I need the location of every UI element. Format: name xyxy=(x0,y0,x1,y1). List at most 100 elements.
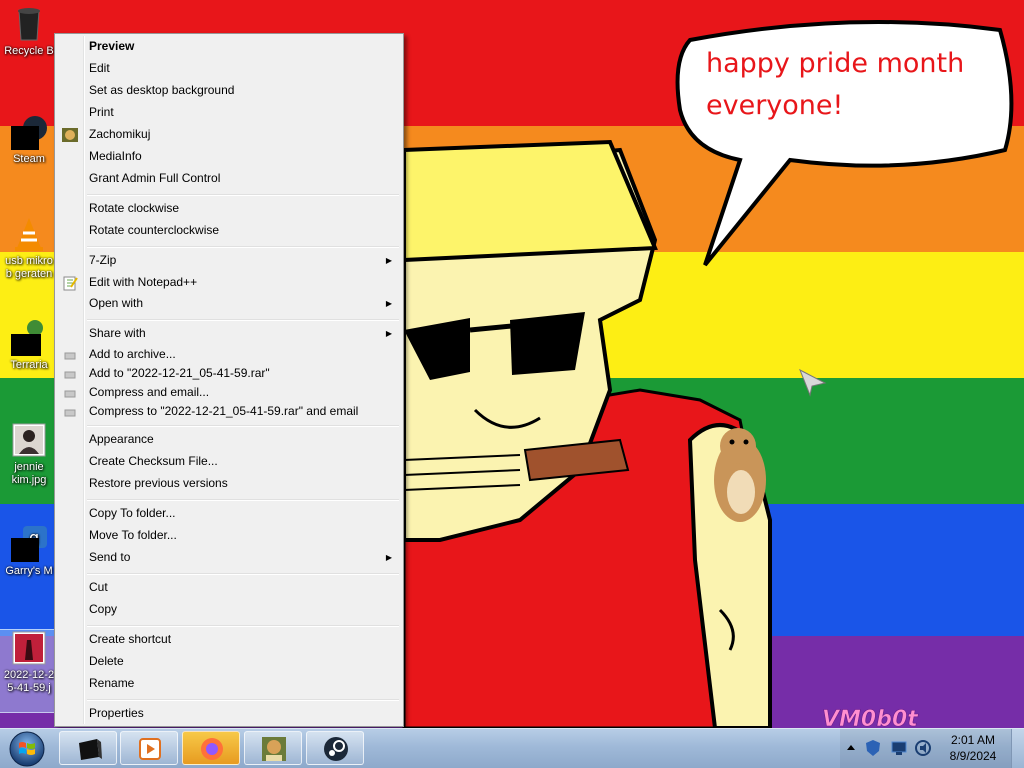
menu-item-appearance[interactable]: Appearance xyxy=(57,429,401,450)
context-menu: Preview Edit Set as desktop background P… xyxy=(54,33,404,727)
show-hidden-icons-icon[interactable] xyxy=(846,743,856,753)
desktop-icon-label: Garry's M xyxy=(5,565,53,577)
menu-item-rename[interactable]: Rename xyxy=(57,673,401,694)
menu-separator xyxy=(87,319,399,321)
menu-item-label: Preview xyxy=(89,39,135,53)
menu-item-set-background[interactable]: Set as desktop background xyxy=(57,80,401,101)
menu-item-label: Grant Admin Full Control xyxy=(89,171,221,185)
menu-item-cut[interactable]: Cut xyxy=(57,577,401,598)
menu-item-grant-admin[interactable]: Grant Admin Full Control xyxy=(57,168,401,189)
clock-date: 8/9/2024 xyxy=(949,749,997,763)
desktop-icon-steam[interactable]: Steam xyxy=(0,114,58,166)
menu-item-label: Share with xyxy=(89,326,146,340)
steam-icon xyxy=(11,116,47,150)
taskbar-box-hamster[interactable] xyxy=(244,731,302,765)
desktop-icon-label-line1: 2022-12-2 xyxy=(3,669,55,681)
menu-item-edit[interactable]: Edit xyxy=(57,58,401,79)
desktop-icon-label-line1: jennie xyxy=(14,461,44,473)
desktop-icon-label: Steam xyxy=(13,153,45,165)
app-black-icon xyxy=(79,739,102,760)
steam-icon xyxy=(324,737,348,761)
menu-item-preview[interactable]: Preview xyxy=(57,36,401,57)
start-button[interactable] xyxy=(4,730,50,768)
taskbar-app-black[interactable] xyxy=(59,731,117,765)
desktop-icon-vlc[interactable]: usb mikro b geraten xyxy=(0,216,58,281)
security-shield-icon[interactable] xyxy=(864,739,882,757)
wallpaper-signature: VM0b0t xyxy=(822,707,919,728)
menu-item-label: Appearance xyxy=(89,432,154,446)
menu-item-edit-notepad[interactable]: Edit with Notepad++ xyxy=(57,272,401,293)
winrar-icon xyxy=(64,352,76,360)
menu-item-create-checksum[interactable]: Create Checksum File... xyxy=(57,451,401,472)
menu-item-label: Compress to "2022-12-21_05-41-59.rar" an… xyxy=(89,404,359,418)
menu-item-copy-to-folder[interactable]: Copy To folder... xyxy=(57,503,401,524)
desktop-icon-label-line2: kim.jpg xyxy=(11,474,47,486)
taskbar-firefox[interactable] xyxy=(182,731,240,765)
desktop-icon-jennie-image[interactable]: jennie kim.jpg xyxy=(0,422,58,487)
menu-item-add-to-rar[interactable]: Add to "2022-12-21_05-41-59.rar" xyxy=(57,364,401,383)
menu-item-label: Set as desktop background xyxy=(89,83,235,97)
menu-item-copy[interactable]: Copy xyxy=(57,599,401,620)
menu-item-rotate-counterclockwise[interactable]: Rotate counterclockwise xyxy=(57,220,401,241)
menu-item-label: Rotate counterclockwise xyxy=(89,223,220,237)
menu-item-label: Edit xyxy=(89,61,110,75)
speech-text-line2: everyone! xyxy=(706,90,843,121)
network-icon[interactable] xyxy=(890,740,908,756)
menu-item-label: Send to xyxy=(89,550,131,564)
menu-item-label: Create shortcut xyxy=(89,632,172,646)
menu-item-mediainfo[interactable]: MediaInfo xyxy=(57,146,401,167)
speech-text-line1: happy pride month xyxy=(706,48,964,79)
vlc-icon xyxy=(15,218,43,251)
menu-separator xyxy=(87,499,399,501)
submenu-arrow-icon: ▶ xyxy=(385,256,392,265)
menu-separator xyxy=(87,699,399,701)
menu-item-rotate-clockwise[interactable]: Rotate clockwise xyxy=(57,198,401,219)
menu-item-label: MediaInfo xyxy=(89,149,142,163)
menu-item-print[interactable]: Print xyxy=(57,102,401,123)
desktop-icon-selected-image[interactable]: 2022-12-2 5-41-59.j xyxy=(0,629,59,713)
menu-item-7zip[interactable]: 7-Zip ▶ xyxy=(57,250,401,271)
winrar-icon xyxy=(64,409,76,417)
submenu-arrow-icon: ▶ xyxy=(385,329,392,338)
taskbar-media-player[interactable] xyxy=(120,731,178,765)
menu-item-compress-email[interactable]: Compress and email... xyxy=(57,383,401,402)
desktop-icon-garrys-mod[interactable]: g Garry's M xyxy=(0,526,58,578)
menu-item-label: Edit with Notepad++ xyxy=(89,275,198,289)
menu-item-label: 7-Zip xyxy=(89,253,117,267)
menu-item-label: Create Checksum File... xyxy=(89,454,218,468)
menu-item-zachomikuj[interactable]: Zachomikuj xyxy=(57,124,401,145)
menu-item-move-to-folder[interactable]: Move To folder... xyxy=(57,525,401,546)
menu-item-properties[interactable]: Properties xyxy=(57,703,401,724)
desktop-icon-label: Terraria xyxy=(10,359,48,371)
menu-item-label: Add to archive... xyxy=(89,347,176,361)
clock[interactable]: 2:01 AM 8/9/2024 xyxy=(930,732,1016,764)
menu-item-compress-rar-email[interactable]: Compress to "2022-12-21_05-41-59.rar" an… xyxy=(57,402,401,421)
menu-item-create-shortcut[interactable]: Create shortcut xyxy=(57,629,401,650)
menu-item-add-to-archive[interactable]: Add to archive... xyxy=(57,345,401,364)
menu-item-restore-versions[interactable]: Restore previous versions xyxy=(57,473,401,494)
show-desktop-button[interactable] xyxy=(1011,729,1024,768)
winrar-icon xyxy=(64,371,76,379)
submenu-arrow-icon: ▶ xyxy=(385,553,392,562)
desktop-icon-terraria[interactable]: Terraria xyxy=(0,320,58,372)
menu-separator xyxy=(87,625,399,627)
clock-time: 2:01 AM xyxy=(950,733,996,747)
menu-item-open-with[interactable]: Open with ▶ xyxy=(57,293,401,314)
taskbar-steam[interactable] xyxy=(306,731,364,765)
desktop-icon-recycle-bin[interactable]: Recycle B xyxy=(0,6,58,58)
box-hamster-icon xyxy=(262,737,286,761)
menu-item-label: Move To folder... xyxy=(89,528,177,542)
menu-item-send-to[interactable]: Send to ▶ xyxy=(57,547,401,568)
menu-item-label: Compress and email... xyxy=(89,385,210,399)
menu-item-label: Delete xyxy=(89,654,124,668)
menu-item-delete[interactable]: Delete xyxy=(57,651,401,672)
menu-item-share-with[interactable]: Share with ▶ xyxy=(57,323,401,344)
desktop-icon-label-line2: 5-41-59.j xyxy=(7,682,51,694)
menu-separator xyxy=(87,573,399,575)
terraria-icon xyxy=(11,320,43,356)
desktop-icon-label-line2: b geraten xyxy=(5,268,53,280)
desktop-icon-label-line1: usb mikro xyxy=(5,255,53,267)
menu-separator xyxy=(87,194,399,196)
image-file-icon xyxy=(12,631,46,665)
menu-separator xyxy=(87,246,399,248)
